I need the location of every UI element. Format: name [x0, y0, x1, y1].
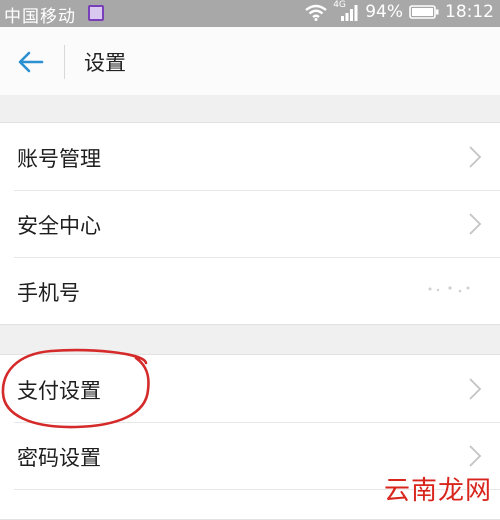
settings-item-label: 密码设置	[17, 446, 101, 470]
battery-percent: 94%	[365, 2, 403, 22]
settings-section-account: 账号管理 安全中心 手机号	[0, 122, 500, 325]
blurred-phone-value	[428, 286, 470, 293]
sim-card-icon	[88, 5, 104, 21]
back-arrow-icon[interactable]	[14, 45, 48, 79]
status-bar-right: 4G 94% 18:12	[305, 0, 494, 22]
settings-item-account-management[interactable]: 账号管理	[0, 123, 500, 190]
app-bar-divider	[64, 45, 65, 79]
app-bar: 设置	[0, 27, 500, 95]
chevron-right-icon	[469, 378, 482, 400]
wifi-icon	[305, 4, 327, 21]
settings-item-label: 安全中心	[17, 214, 101, 238]
settings-item-label: 手机号	[17, 281, 80, 305]
clock: 18:12	[445, 2, 494, 22]
status-bar: 中国移动 4G 94% 18:12	[0, 0, 500, 27]
chevron-right-icon	[469, 146, 482, 168]
settings-item-phone-number[interactable]: 手机号	[0, 257, 500, 324]
watermark-logo: 云南龙网	[383, 476, 492, 506]
settings-item-security-center[interactable]: 安全中心	[0, 190, 500, 257]
chevron-right-icon	[469, 213, 482, 235]
settings-item-label: 账号管理	[17, 147, 101, 171]
chevron-right-icon	[469, 445, 482, 467]
carrier-name: 中国移动	[4, 7, 76, 27]
page-title: 设置	[84, 51, 126, 75]
cellular-signal-icon: 4G	[333, 0, 359, 21]
battery-icon	[409, 5, 439, 19]
settings-item-label: 支付设置	[17, 379, 101, 403]
settings-item-payment-settings[interactable]: 支付设置	[0, 355, 500, 422]
